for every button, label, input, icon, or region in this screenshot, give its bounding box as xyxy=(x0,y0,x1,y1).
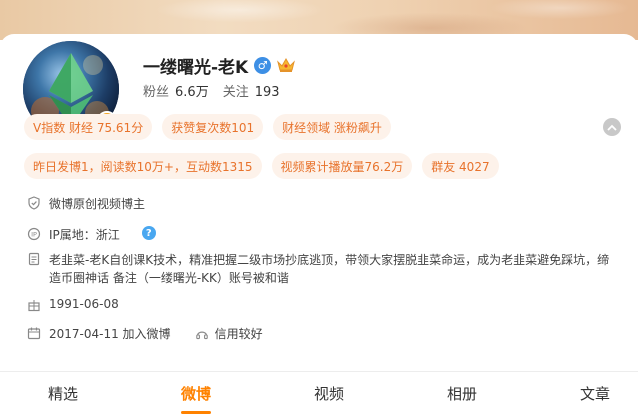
info-role: 微博原创视频博主 xyxy=(27,195,145,212)
credit-info[interactable]: 信用较好 xyxy=(195,325,263,342)
profile-tabbar: 精选 微博 视频 相册 文章 xyxy=(0,371,638,415)
shield-icon xyxy=(28,196,40,210)
tab-video[interactable]: 视频 xyxy=(314,372,344,415)
info-bio: 老韭菜-老K自创课K技术，精准把握二级市场抄底逃顶，带领大家摆脱韭菜命运，成为老… xyxy=(27,251,617,287)
tab-articles[interactable]: 文章 xyxy=(580,372,610,415)
info-joined: 2017-04-11 加入微博 信用较好 xyxy=(27,325,263,342)
svg-text:IP: IP xyxy=(31,231,37,239)
gift-icon xyxy=(28,300,40,312)
tab-weibo[interactable]: 微博 xyxy=(180,372,211,415)
tag-likes[interactable]: 获赞复次数101 xyxy=(162,114,264,140)
tag-v-index[interactable]: V指数 财经 75.61分 xyxy=(24,114,153,140)
tab-album[interactable]: 相册 xyxy=(447,372,477,415)
profile-card: V 一缕曙光-老K ♂ 粉丝6.6万 关注193 V指数 财经 75.61分 获… xyxy=(0,34,638,415)
tag-row-1: V指数 财经 75.61分 获赞复次数101 财经领域 涨粉飙升 xyxy=(24,114,624,140)
calendar-icon xyxy=(27,327,41,340)
fans-stat[interactable]: 粉丝 6.6万 xyxy=(143,81,209,100)
headset-icon xyxy=(195,331,208,340)
bio-text: 老韭菜-老K自创课K技术，精准把握二级市场抄底逃顶，带领大家摆脱韭菜命运，成为老… xyxy=(49,253,610,285)
fans-label: 粉丝 xyxy=(143,85,170,100)
credit-text: 信用较好 xyxy=(214,327,263,341)
tag-video-plays[interactable]: 视频累计播放量76.2万 xyxy=(271,153,413,179)
name-row: 一缕曙光-老K ♂ xyxy=(143,53,296,78)
document-icon xyxy=(28,252,40,266)
follow-count: 193 xyxy=(254,85,280,100)
joined-text: 2017-04-11 加入微博 xyxy=(49,327,171,341)
help-icon[interactable]: ? xyxy=(141,226,156,240)
location-icon: IP xyxy=(27,227,41,241)
crown-icon[interactable] xyxy=(277,57,296,73)
stats-row: 粉丝 6.6万 关注 193 xyxy=(143,81,280,100)
tag-group-fans[interactable]: 群友 4027 xyxy=(422,153,499,179)
info-ip: IP IP属地：浙江 ? xyxy=(27,226,156,243)
profile-name: 一缕曙光-老K xyxy=(143,57,249,78)
chevron-up-icon[interactable] xyxy=(603,118,621,136)
follow-stat[interactable]: 关注 193 xyxy=(223,81,280,100)
role-text: 微博原创视频博主 xyxy=(49,197,146,211)
tag-finance-domain[interactable]: 财经领域 涨粉飙升 xyxy=(273,114,391,140)
male-icon: ♂ xyxy=(254,56,272,74)
follow-label: 关注 xyxy=(222,85,249,100)
ip-text: IP属地：浙江 xyxy=(49,228,120,242)
tag-row-2: 昨日发博1，阅读数10万+，互动数1315 视频累计播放量76.2万 群友 40… xyxy=(24,153,624,179)
tab-featured[interactable]: 精选 xyxy=(48,372,78,415)
info-birthday: 1991-06-08 xyxy=(27,297,119,312)
birthday-text: 1991-06-08 xyxy=(49,297,119,311)
fans-count: 6.6万 xyxy=(175,85,209,100)
tag-yesterday-stats[interactable]: 昨日发博1，阅读数10万+，互动数1315 xyxy=(24,153,262,179)
